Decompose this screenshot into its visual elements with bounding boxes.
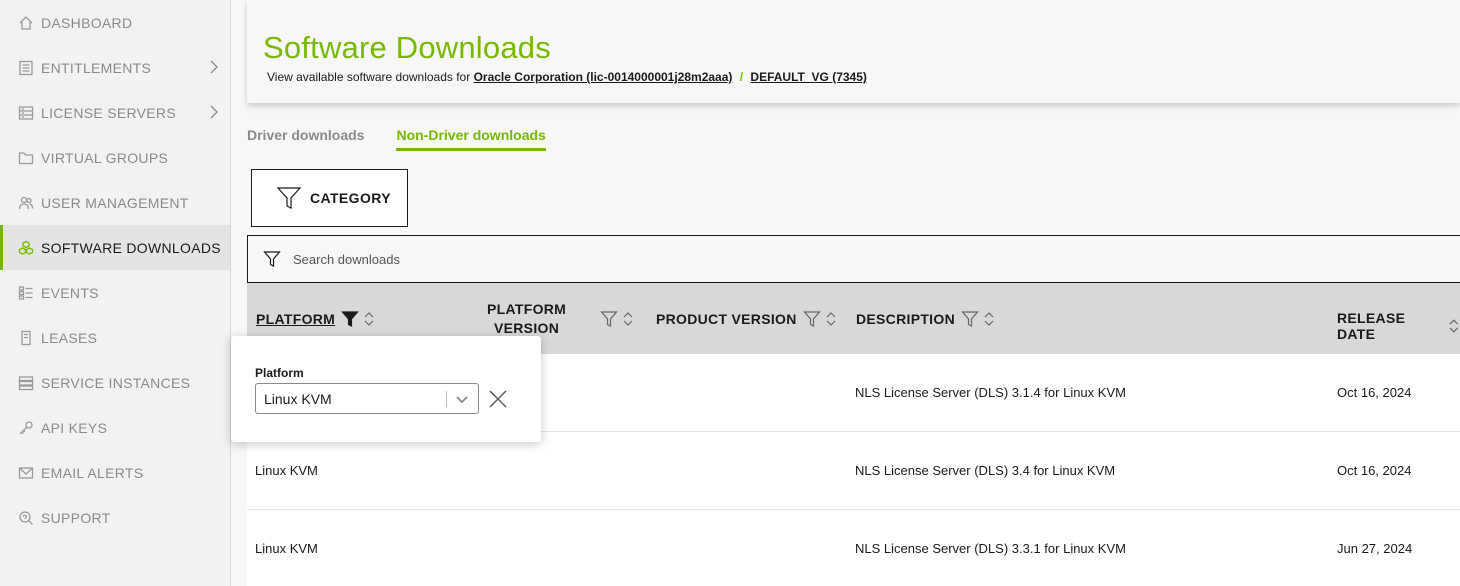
breadcrumb-separator: / [739, 70, 744, 84]
platform-filter-popover: Platform Linux KVM [231, 336, 541, 442]
cell-description: NLS License Server (DLS) 3.1.4 for Linux… [855, 385, 1126, 400]
sidebar-item-label: VIRTUAL GROUPS [41, 149, 169, 166]
sidebar-item-entitlements[interactable]: ENTITLEMENTS [0, 45, 230, 90]
key-icon [17, 419, 34, 436]
sidebar-item-label: API KEYS [41, 419, 108, 436]
cell-release-date: Jun 27, 2024 [1337, 541, 1413, 556]
filter-active-icon[interactable] [341, 310, 359, 328]
sort-icon[interactable] [363, 310, 375, 328]
sidebar-item-label: SERVICE INSTANCES [41, 374, 191, 391]
page-subtitle: View available software downloads for Or… [267, 70, 867, 84]
sidebar-item-license-servers[interactable]: LICENSE SERVERS [0, 90, 230, 135]
close-icon[interactable] [487, 388, 509, 410]
sidebar-item-service-instances[interactable]: SERVICE INSTANCES [0, 360, 230, 405]
download-tabs: Driver downloads Non-Driver downloads [247, 127, 578, 151]
filter-icon[interactable] [802, 310, 821, 328]
sidebar-item-events[interactable]: EVENTS [0, 270, 230, 315]
subtitle-prefix: View available software downloads for [267, 70, 471, 84]
sidebar-item-label: DASHBOARD [41, 14, 133, 31]
cell-release-date: Oct 16, 2024 [1337, 385, 1412, 400]
column-label-line1: PLATFORM [487, 301, 567, 317]
platform-select-value: Linux KVM [264, 390, 332, 407]
column-label: DESCRIPTION [856, 311, 955, 327]
column-header-platform-version[interactable]: PLATFORM VERSION [487, 301, 566, 336]
cell-platform: Linux KVM [255, 463, 318, 478]
column-header-product-version[interactable]: PRODUCT VERSION [656, 310, 837, 328]
select-divider [446, 391, 447, 407]
sort-icon[interactable] [983, 310, 995, 328]
instances-icon [17, 374, 34, 391]
events-list-icon [17, 284, 34, 301]
search-input[interactable] [293, 251, 893, 267]
chevron-right-icon [207, 103, 221, 121]
mail-icon [17, 464, 34, 481]
column-header-description[interactable]: DESCRIPTION [856, 310, 995, 328]
tab-driver-downloads[interactable]: Driver downloads [247, 127, 364, 151]
sidebar-item-label: USER MANAGEMENT [41, 194, 189, 211]
search-bar [247, 235, 1460, 283]
category-filter-button[interactable]: CATEGORY [251, 169, 408, 227]
sidebar-item-software-downloads[interactable]: SOFTWARE DOWNLOADS [0, 225, 230, 270]
server-icon [17, 104, 34, 121]
column-header-platform[interactable]: PLATFORM [256, 310, 375, 328]
lease-icon [17, 329, 34, 346]
column-label: PLATFORM [256, 311, 336, 327]
virtual-group-link[interactable]: DEFAULT_VG (7345) [750, 70, 866, 84]
filter-icon [276, 187, 302, 209]
sidebar-item-label: SUPPORT [41, 509, 111, 526]
sidebar-item-dashboard[interactable]: DASHBOARD [0, 0, 230, 45]
category-button-label: CATEGORY [310, 190, 391, 206]
sort-icon[interactable] [1448, 317, 1460, 335]
filter-icon[interactable] [600, 310, 618, 328]
sort-icon[interactable] [622, 310, 634, 328]
org-link[interactable]: Oracle Corporation (lic-0014000001j28m2a… [474, 70, 733, 84]
sidebar-item-user-management[interactable]: USER MANAGEMENT [0, 180, 230, 225]
chevron-right-icon [207, 58, 221, 76]
page-title: Software Downloads [263, 30, 551, 65]
table-row[interactable]: Linux KVM NLS License Server (DLS) 3.3.1… [247, 510, 1460, 586]
sidebar-item-api-keys[interactable]: API KEYS [0, 405, 230, 450]
platform-filter-label: Platform [255, 366, 304, 380]
sidebar-item-label: LICENSE SERVERS [41, 104, 176, 121]
sidebar-item-support[interactable]: SUPPORT [0, 495, 230, 540]
sidebar-item-label: EVENTS [41, 284, 99, 301]
sidebar-item-label: SOFTWARE DOWNLOADS [41, 239, 221, 256]
column-label: PRODUCT VERSION [656, 311, 797, 327]
column-label-line2: VERSION [494, 320, 560, 336]
sidebar-item-label: ENTITLEMENTS [41, 59, 152, 76]
column-header-platform-version-controls [594, 310, 634, 328]
chevron-down-icon[interactable] [454, 391, 470, 407]
document-list-icon [17, 59, 34, 76]
table-row[interactable]: Linux KVM NLS License Server (DLS) 3.4 f… [247, 432, 1460, 510]
cell-description: NLS License Server (DLS) 3.3.1 for Linux… [855, 541, 1126, 556]
filter-icon[interactable] [961, 310, 979, 328]
cell-description: NLS License Server (DLS) 3.4 for Linux K… [855, 463, 1116, 478]
sidebar-item-email-alerts[interactable]: EMAIL ALERTS [0, 450, 230, 495]
sidebar-item-virtual-groups[interactable]: VIRTUAL GROUPS [0, 135, 230, 180]
column-header-release-date[interactable]: RELEASE DATE [1337, 310, 1460, 342]
sidebar-item-label: LEASES [41, 329, 98, 346]
sort-icon[interactable] [825, 310, 837, 328]
support-icon [17, 509, 34, 526]
page-header: Software Downloads View available softwa… [247, 0, 1460, 103]
cell-release-date: Oct 16, 2024 [1337, 463, 1412, 478]
cell-platform: Linux KVM [255, 541, 318, 556]
sidebar: DASHBOARD ENTITLEMENTS LICENSE SERVERS V… [0, 0, 231, 586]
home-icon [17, 14, 34, 31]
filter-icon [263, 251, 281, 267]
users-icon [17, 194, 34, 211]
sidebar-item-label: EMAIL ALERTS [41, 464, 144, 481]
cubes-icon [17, 239, 34, 256]
column-label: RELEASE DATE [1337, 310, 1406, 342]
folder-icon [17, 149, 34, 166]
tab-non-driver-downloads[interactable]: Non-Driver downloads [396, 127, 546, 151]
platform-select[interactable]: Linux KVM [255, 383, 479, 414]
sidebar-item-leases[interactable]: LEASES [0, 315, 230, 360]
